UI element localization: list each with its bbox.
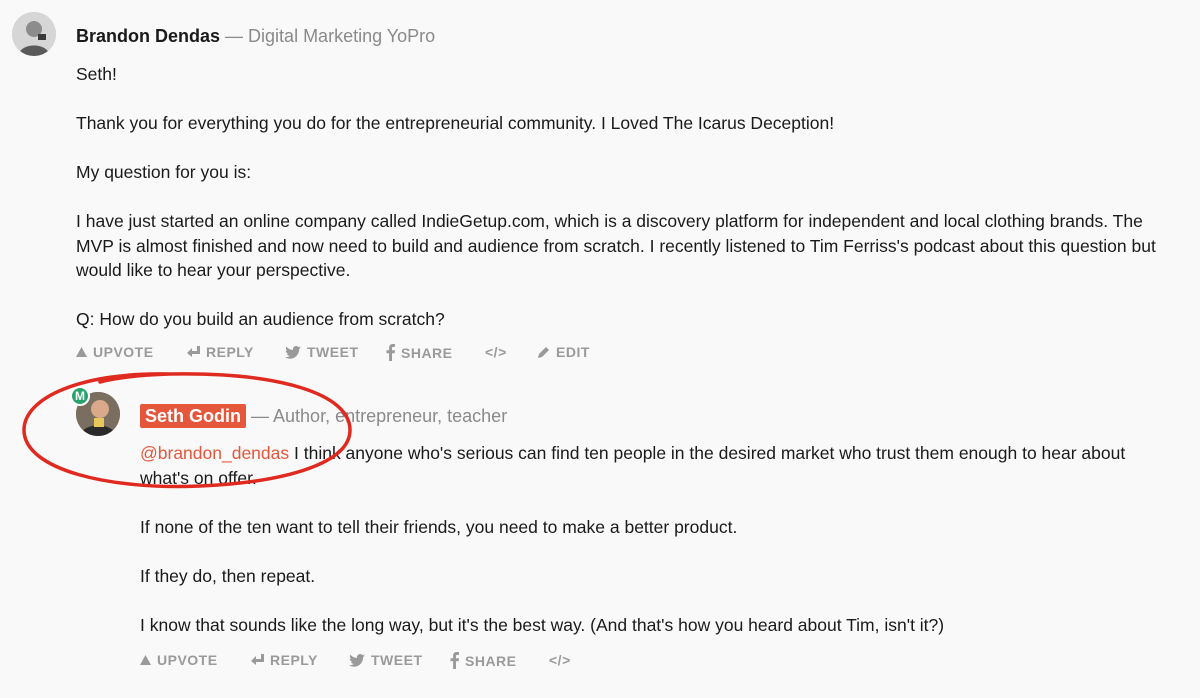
embed-icon: </> <box>485 344 507 360</box>
maker-badge: M <box>70 386 90 406</box>
reply-header: Seth Godin — Author, entrepreneur, teach… <box>140 404 508 428</box>
share-button[interactable]: SHARE <box>386 344 453 361</box>
upvote-label: UPVOTE <box>157 652 218 668</box>
comment-paragraph: Seth! <box>76 64 117 84</box>
reply-icon <box>187 346 200 357</box>
reply-body: @brandon_dendas I think anyone who's ser… <box>140 441 1170 637</box>
edit-label: EDIT <box>556 344 590 360</box>
reply-label: REPLY <box>270 652 318 668</box>
comment-paragraph: My question for you is: <box>76 162 252 182</box>
comment-paragraph: I have just started an online company ca… <box>76 211 1156 280</box>
reply-paragraph: If none of the ten want to tell their fr… <box>140 516 738 537</box>
facebook-icon <box>386 344 395 361</box>
twitter-icon <box>285 345 301 359</box>
facebook-icon <box>450 652 459 669</box>
user-mention[interactable]: @brandon_dendas <box>140 443 289 463</box>
reply-paragraph: @brandon_dendas I think anyone who's ser… <box>140 441 1170 490</box>
reply-button[interactable]: REPLY <box>251 652 318 668</box>
author-name[interactable]: Brandon Dendas <box>76 26 220 46</box>
comment-paragraph: Q: How do you build an audience from scr… <box>76 309 445 329</box>
reply-label: REPLY <box>206 344 254 360</box>
tweet-label: TWEET <box>371 652 423 668</box>
pencil-icon <box>538 347 549 358</box>
reply-paragraph: If they do, then repeat. <box>140 565 316 586</box>
embed-button[interactable]: </> <box>549 652 571 668</box>
tweet-button[interactable]: TWEET <box>349 652 423 668</box>
share-button[interactable]: SHARE <box>450 652 517 669</box>
share-label: SHARE <box>401 344 453 361</box>
reply-icon <box>251 654 264 665</box>
upvote-icon <box>140 655 151 665</box>
comment-body: Seth! Thank you for everything you do fo… <box>76 62 1166 332</box>
twitter-icon <box>349 653 365 667</box>
reply-paragraph: I know that sounds like the long way, bu… <box>140 614 945 635</box>
tweet-button[interactable]: TWEET <box>285 344 359 360</box>
edit-button[interactable]: EDIT <box>538 344 590 360</box>
upvote-button[interactable]: UPVOTE <box>76 344 154 360</box>
upvote-icon <box>76 347 87 357</box>
upvote-label: UPVOTE <box>93 344 154 360</box>
comment-header: Brandon Dendas — Digital Marketing YoPro <box>76 26 435 47</box>
embed-button[interactable]: </> <box>485 344 507 360</box>
embed-icon: </> <box>549 652 571 668</box>
share-label: SHARE <box>465 652 517 669</box>
tweet-label: TWEET <box>307 344 359 360</box>
author-title: — Author, entrepreneur, teacher <box>251 406 508 426</box>
upvote-button[interactable]: UPVOTE <box>140 652 218 668</box>
author-title: — Digital Marketing YoPro <box>225 26 436 46</box>
avatar-brandon[interactable] <box>12 12 56 56</box>
author-name[interactable]: Seth Godin <box>140 404 246 428</box>
reply-button[interactable]: REPLY <box>187 344 254 360</box>
comment-paragraph: Thank you for everything you do for the … <box>76 113 835 133</box>
